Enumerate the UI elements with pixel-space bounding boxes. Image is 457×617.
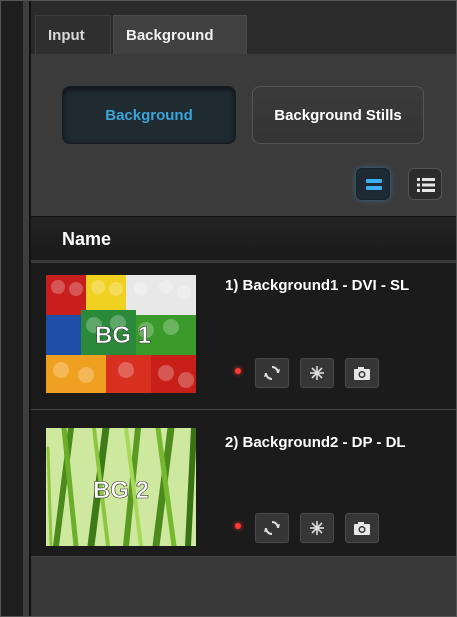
- left-rail-edge: [23, 1, 31, 616]
- refresh-button[interactable]: [255, 358, 289, 388]
- thumbnail-bg2: BG 2: [46, 428, 196, 546]
- camera-icon: [354, 367, 370, 380]
- list-header[interactable]: Name: [31, 216, 456, 261]
- snapshot-button[interactable]: [345, 513, 379, 543]
- row-title: 1) Background1 - DVI - SL: [225, 277, 410, 294]
- thumbnail-bg1: BG 1: [46, 275, 196, 393]
- row-title: 2) Background2 - DP - DL: [225, 434, 406, 451]
- status-dot: [235, 523, 241, 529]
- background-segment-button[interactable]: Background: [62, 86, 236, 144]
- background-list: BG 1 1) Background1 - DVI - SL BG 2 2) B…: [31, 260, 456, 616]
- left-rail: [1, 1, 23, 616]
- status-dot: [235, 368, 241, 374]
- background-panel: Input Background Background Background S…: [31, 1, 456, 616]
- list-item[interactable]: BG 2 2) Background2 - DP - DL: [31, 410, 456, 557]
- tab-input[interactable]: Input: [35, 15, 111, 54]
- background-stills-segment-button[interactable]: Background Stills: [252, 86, 424, 144]
- thumbnail-label: BG 2: [93, 477, 149, 504]
- name-column-header[interactable]: Name: [62, 217, 111, 261]
- list-view-icon: [417, 178, 435, 192]
- refresh-icon: [264, 366, 280, 380]
- refresh-button[interactable]: [255, 513, 289, 543]
- tab-bar: Input Background: [31, 1, 456, 54]
- refresh-icon: [264, 521, 280, 535]
- freeze-button[interactable]: [300, 513, 334, 543]
- camera-icon: [354, 522, 370, 535]
- list-view-button[interactable]: [408, 168, 442, 200]
- thumbnail-label: BG 1: [95, 322, 151, 349]
- freeze-button[interactable]: [300, 358, 334, 388]
- snapshot-button[interactable]: [345, 358, 379, 388]
- tab-background[interactable]: Background: [113, 15, 247, 54]
- freeze-icon: [310, 521, 324, 535]
- freeze-icon: [310, 366, 324, 380]
- list-item[interactable]: BG 1 1) Background1 - DVI - SL: [31, 263, 456, 410]
- grid-view-icon: [366, 179, 382, 190]
- grid-view-button[interactable]: [356, 168, 390, 200]
